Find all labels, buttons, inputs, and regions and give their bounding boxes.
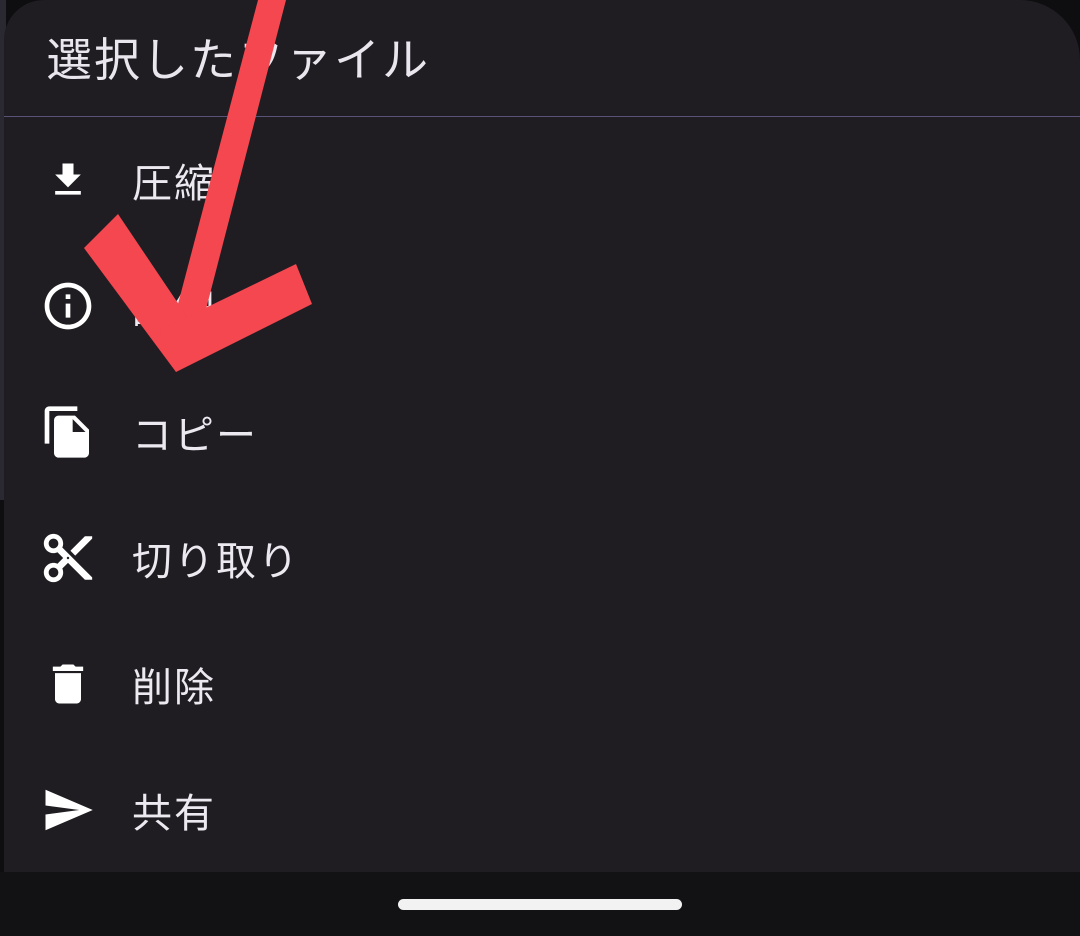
- menu-item-label: コピー: [132, 413, 258, 459]
- menu-item-label: 詳細: [132, 287, 216, 333]
- download-icon: [38, 150, 98, 210]
- menu-item-cut[interactable]: 切り取り: [4, 496, 1080, 620]
- menu-item-share[interactable]: 共有: [4, 748, 1080, 872]
- navigation-bar: [0, 872, 1080, 936]
- menu-item-details[interactable]: 詳細: [4, 244, 1080, 368]
- info-icon: [38, 276, 98, 336]
- menu-item-label: 削除: [132, 665, 216, 711]
- menu-item-delete[interactable]: 削除: [4, 622, 1080, 746]
- trash-icon: [38, 654, 98, 714]
- divider: [4, 116, 1080, 117]
- menu-item-label: 共有: [132, 791, 216, 837]
- menu-item-compress[interactable]: 圧縮: [4, 118, 1080, 242]
- copy-icon: [38, 402, 98, 462]
- sheet-title: 選択したファイル: [46, 33, 430, 87]
- menu-item-copy[interactable]: コピー: [4, 370, 1080, 494]
- send-icon: [38, 780, 98, 840]
- menu-item-label: 切り取り: [132, 539, 300, 585]
- bottom-sheet: 選択したファイル 圧縮 詳細 コピー 切り取り 削除 共有: [4, 0, 1080, 872]
- home-gesture-handle[interactable]: [398, 899, 682, 910]
- scissors-icon: [38, 528, 98, 588]
- menu-item-label: 圧縮: [132, 161, 216, 207]
